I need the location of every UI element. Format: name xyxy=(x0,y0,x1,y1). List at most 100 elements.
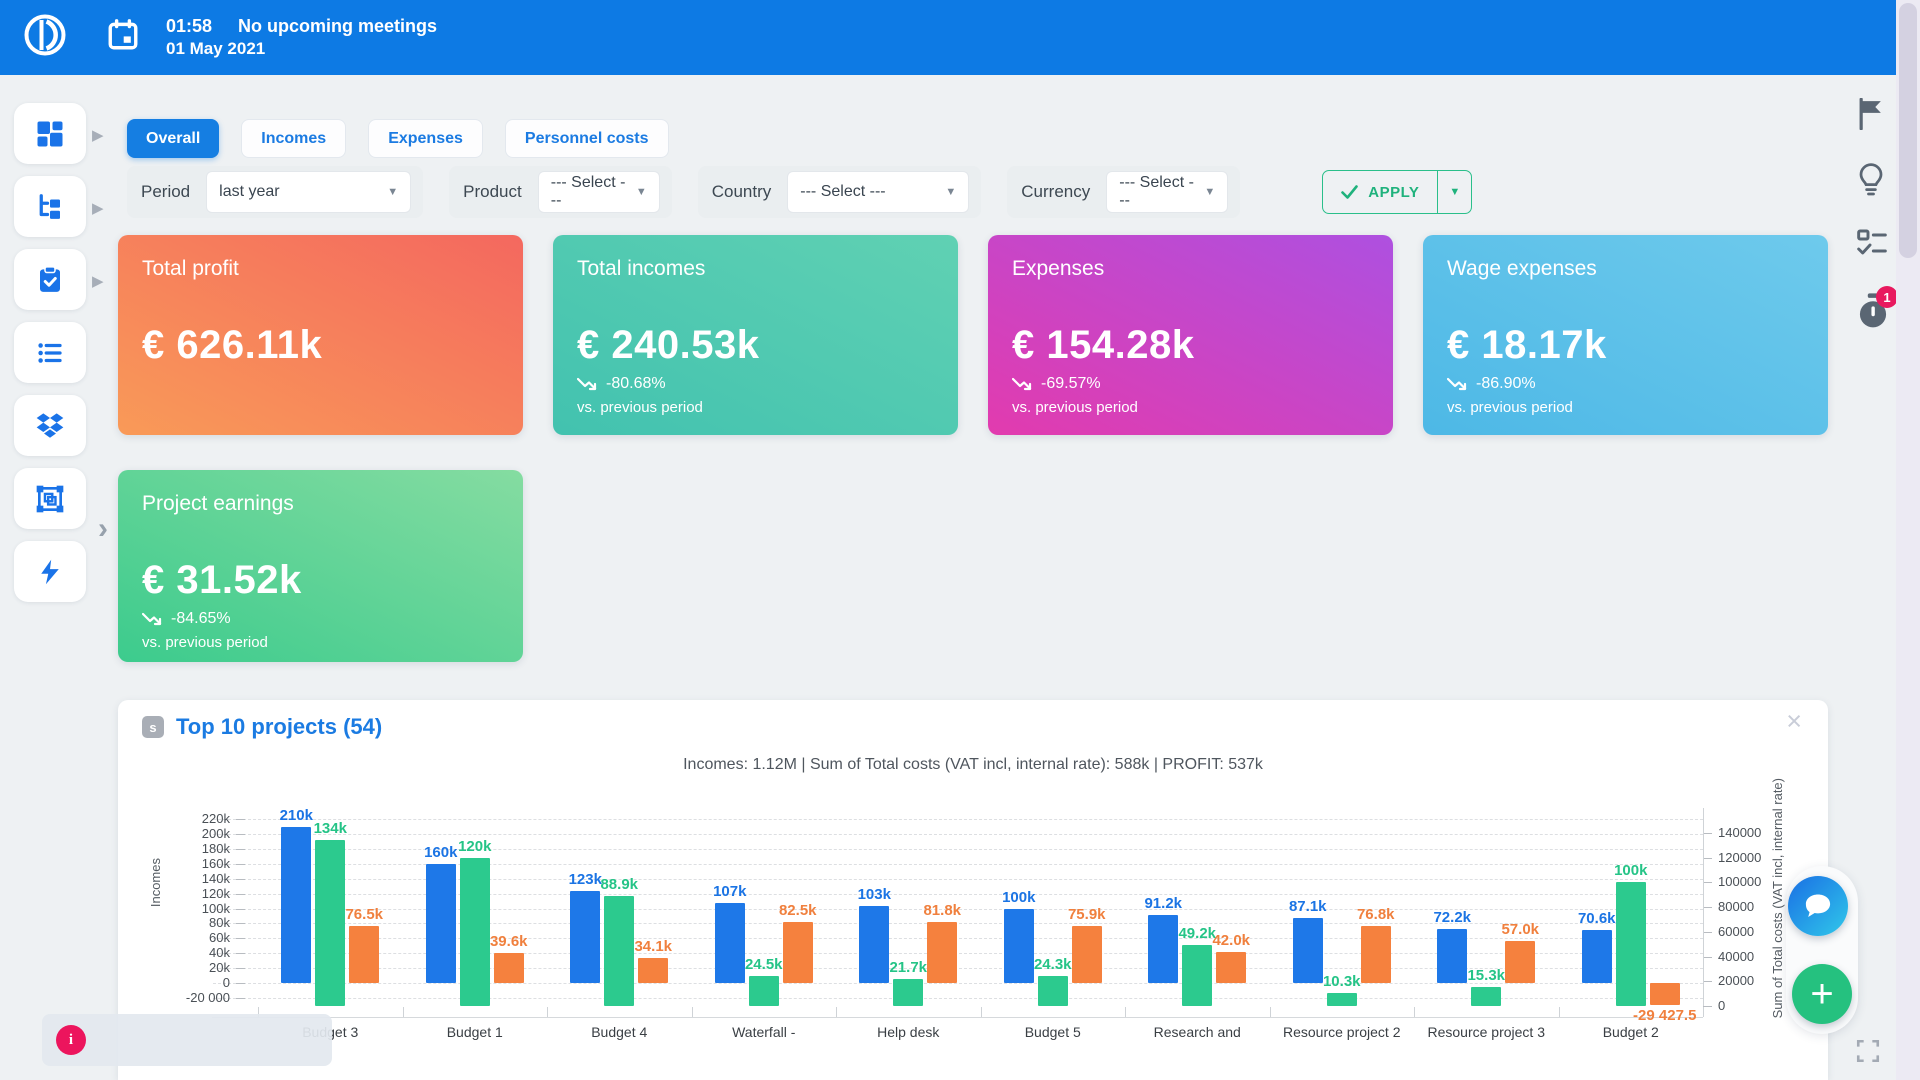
kpi-wage-expenses[interactable]: Wage expenses € 18.17k -86.90% vs. previ… xyxy=(1423,235,1828,435)
category-tick xyxy=(1414,1007,1415,1017)
filter-product-label: Product xyxy=(463,182,522,202)
flag-icon[interactable] xyxy=(1856,98,1886,135)
top-projects-widget: s Top 10 projects (54) × Incomes: 1.12M … xyxy=(118,700,1828,1080)
page-scrollbar-track[interactable] xyxy=(1896,0,1920,1080)
sidebar-item-list[interactable] xyxy=(14,322,86,383)
filter-currency-label: Currency xyxy=(1021,182,1090,202)
left-axis-tick-mark xyxy=(236,983,245,984)
product-select[interactable]: --- Select --- ▼ xyxy=(538,171,660,213)
chart-bar xyxy=(638,958,668,983)
right-axis-tick: 60000 xyxy=(1718,924,1788,939)
kpi-trend: -86.90% xyxy=(1447,375,1536,393)
left-axis-tick-mark xyxy=(236,938,245,939)
tab-personnel-costs[interactable]: Personnel costs xyxy=(505,119,669,158)
right-axis-tick: 140000 xyxy=(1718,825,1788,840)
chat-bubble-icon xyxy=(1803,892,1833,920)
apply-dropdown-button[interactable]: ▼ xyxy=(1437,171,1471,213)
category-tick xyxy=(1559,1007,1560,1017)
lightning-bolt-icon xyxy=(36,558,64,586)
chart-bar xyxy=(426,864,456,983)
kpi-compare: vs. previous period xyxy=(577,399,703,416)
chart-value-label: 82.5k xyxy=(750,902,846,919)
sidebar-item-projects[interactable] xyxy=(14,468,86,529)
clock-time: 01:58 xyxy=(166,16,212,36)
trend-down-icon xyxy=(1447,377,1469,392)
tab-incomes[interactable]: Incomes xyxy=(241,119,346,158)
chart-bar xyxy=(494,953,524,983)
sidebar-item-tasks[interactable] xyxy=(14,249,86,310)
chart-bar xyxy=(460,858,490,1006)
add-button[interactable]: + xyxy=(1792,964,1852,1024)
kpi-value: € 626.11k xyxy=(142,323,322,368)
kpi-expenses[interactable]: Expenses € 154.28k -69.57% vs. previous … xyxy=(988,235,1393,435)
chevron-right-icon[interactable]: ▶ xyxy=(92,126,104,144)
filter-period-label: Period xyxy=(141,182,190,202)
period-select[interactable]: last year ▼ xyxy=(206,171,411,213)
kpi-title: Project earnings xyxy=(142,492,499,516)
category-tick xyxy=(547,1007,548,1017)
apply-button[interactable]: APPLY ▼ xyxy=(1322,170,1472,214)
sidebar-item-hierarchy[interactable] xyxy=(14,176,86,237)
category-label: Research and xyxy=(1125,1024,1270,1040)
left-axis-tick-mark xyxy=(236,834,245,835)
chevron-down-icon: ▼ xyxy=(1204,186,1215,198)
left-axis-tick: 200k xyxy=(158,826,230,841)
chart-bar xyxy=(749,976,779,1006)
sidebar-expand-icon[interactable]: › xyxy=(98,512,108,546)
right-axis-tick-mark xyxy=(1703,882,1712,883)
kpi-change: -84.65% xyxy=(171,610,231,628)
left-axis-tick-mark xyxy=(236,879,245,880)
chart-gridline xyxy=(213,819,1703,820)
product-value: --- Select --- xyxy=(551,174,626,210)
filter-bar: Period last year ▼ Product --- Select --… xyxy=(127,166,1472,218)
info-icon[interactable]: i xyxy=(56,1025,86,1055)
checklist-icon[interactable] xyxy=(1856,228,1888,263)
category-label: Budget 4 xyxy=(547,1024,692,1040)
currency-select[interactable]: --- Select --- ▼ xyxy=(1106,171,1228,213)
tab-expenses[interactable]: Expenses xyxy=(368,119,483,158)
chat-button[interactable] xyxy=(1788,876,1848,936)
chevron-right-icon[interactable]: ▶ xyxy=(92,272,104,290)
chart-bar xyxy=(1505,941,1535,983)
page-scrollbar-thumb[interactable] xyxy=(1899,3,1917,258)
hierarchy-tree-icon xyxy=(35,192,65,222)
left-axis-tick-mark xyxy=(236,849,245,850)
chart-bar xyxy=(315,840,345,1006)
calendar-icon[interactable] xyxy=(106,18,140,57)
trend-down-icon xyxy=(1012,377,1034,392)
app-logo-icon[interactable] xyxy=(22,12,68,63)
kpi-total-incomes[interactable]: Total incomes € 240.53k -80.68% vs. prev… xyxy=(553,235,958,435)
chart-bar xyxy=(1072,926,1102,983)
kpi-project-earnings[interactable]: Project earnings € 31.52k -84.65% vs. pr… xyxy=(118,470,523,662)
chart-bar xyxy=(1582,930,1612,983)
chart-value-label: 76.5k xyxy=(316,906,412,923)
filter-currency: Currency --- Select --- ▼ xyxy=(1007,166,1240,218)
kpi-total-profit[interactable]: Total profit € 626.11k xyxy=(118,235,523,435)
dashboard-grid-icon xyxy=(35,119,65,149)
chart-gridline xyxy=(213,834,1703,835)
fullscreen-icon[interactable] xyxy=(1855,1038,1881,1069)
right-axis-tick: 80000 xyxy=(1718,899,1788,914)
country-select[interactable]: --- Select --- ▼ xyxy=(787,171,969,213)
chart-bar xyxy=(1650,983,1680,1005)
chart-value-label: 34.1k xyxy=(605,938,701,955)
sidebar-item-dropbox[interactable] xyxy=(14,395,86,456)
chevron-right-icon[interactable]: ▶ xyxy=(92,199,104,217)
filter-product: Product --- Select --- ▼ xyxy=(449,166,672,218)
left-axis-tick-mark xyxy=(236,998,245,999)
category-label: Resource project 2 xyxy=(1270,1024,1415,1040)
left-axis-tick: 60k xyxy=(158,930,230,945)
kpi-compare: vs. previous period xyxy=(142,634,268,651)
sidebar-item-dashboard[interactable] xyxy=(14,103,86,164)
sidebar-item-quick-actions[interactable] xyxy=(14,541,86,602)
chart-value-label: 42.0k xyxy=(1183,932,1279,949)
left-axis-tick: 220k xyxy=(158,811,230,826)
chart-bar xyxy=(1182,945,1212,1006)
category-axis-line xyxy=(212,1017,1703,1018)
meeting-message: No upcoming meetings xyxy=(238,16,437,36)
left-axis-tick-mark xyxy=(236,894,245,895)
kpi-value: € 154.28k xyxy=(1012,323,1194,368)
left-axis-tick: 0 xyxy=(158,975,230,990)
tab-overall[interactable]: Overall xyxy=(127,119,219,158)
lightbulb-icon[interactable] xyxy=(1856,162,1886,201)
